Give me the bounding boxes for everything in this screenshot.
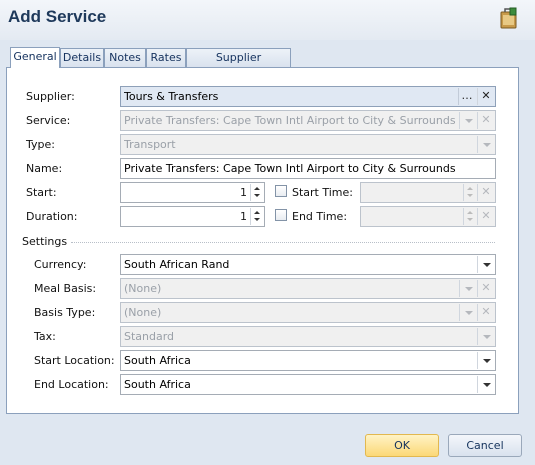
tab-general[interactable]: General (10, 47, 60, 68)
service-field[interactable]: Private Transfers: Cape Town Intl Airpor… (120, 110, 496, 131)
duration-value: 1 (240, 210, 247, 223)
chevron-down-icon[interactable] (477, 136, 494, 153)
close-icon[interactable]: ✕ (477, 280, 494, 297)
spinner-icon[interactable] (463, 208, 476, 225)
general-panel: Supplier: Tours & Transfers … ✕ Service:… (6, 67, 519, 414)
type-field[interactable]: Transport (120, 134, 496, 155)
end-time-field[interactable]: ✕ (360, 206, 496, 227)
basis-type-select[interactable]: (None) ✕ (120, 302, 496, 323)
start-time-label: Start Time: (292, 186, 353, 199)
start-location-select[interactable]: South Africa (120, 350, 496, 371)
currency-value: South African Rand (124, 258, 230, 271)
duration-label: Duration: (26, 210, 78, 223)
meal-basis-value: (None) (124, 282, 162, 295)
ok-button[interactable]: OK (365, 434, 439, 457)
document-bag-icon (500, 7, 517, 29)
spinner-icon[interactable] (463, 184, 476, 201)
start-stepper[interactable]: 1 (120, 182, 265, 203)
basis-type-label: Basis Type: (34, 306, 96, 319)
tax-select[interactable]: Standard (120, 326, 496, 347)
type-value: Transport (124, 138, 176, 151)
end-location-label: End Location: (34, 378, 109, 391)
close-icon[interactable]: ✕ (477, 88, 494, 105)
ellipsis-icon[interactable]: … (458, 88, 475, 105)
end-location-value: South Africa (124, 378, 191, 391)
chevron-down-icon[interactable] (477, 328, 494, 345)
close-icon[interactable]: ✕ (477, 184, 494, 201)
duration-stepper[interactable]: 1 (120, 206, 265, 227)
title-bar: Add Service (0, 0, 535, 40)
tab-rates[interactable]: Rates (146, 48, 186, 67)
type-label: Type: (26, 138, 55, 151)
start-location-label: Start Location: (34, 354, 115, 367)
settings-header: Settings (22, 235, 68, 248)
chevron-down-icon[interactable] (477, 352, 494, 369)
start-time-field[interactable]: ✕ (360, 182, 496, 203)
end-time-label: End Time: (292, 210, 348, 223)
chevron-down-icon[interactable] (459, 280, 476, 297)
end-location-select[interactable]: South Africa (120, 374, 496, 395)
meal-basis-select[interactable]: (None) ✕ (120, 278, 496, 299)
cancel-button[interactable]: Cancel (448, 434, 522, 457)
name-input[interactable]: Private Transfers: Cape Town Intl Airpor… (120, 158, 496, 179)
start-location-value: South Africa (124, 354, 191, 367)
currency-label: Currency: (34, 258, 87, 271)
spinner-icon[interactable] (250, 208, 263, 225)
start-time-checkbox[interactable] (275, 185, 287, 197)
supplier-value: Tours & Transfers (124, 90, 219, 103)
settings-divider (71, 242, 495, 243)
name-label: Name: (26, 162, 63, 175)
tab-notes[interactable]: Notes (104, 48, 146, 67)
end-time-checkbox[interactable] (275, 209, 287, 221)
tab-details[interactable]: Details (60, 48, 104, 67)
tab-supplier-allocations[interactable]: Supplier Allocations (186, 48, 291, 82)
meal-basis-label: Meal Basis: (34, 282, 97, 295)
window-title: Add Service (8, 7, 107, 26)
supplier-field[interactable]: Tours & Transfers … ✕ (120, 86, 496, 107)
supplier-label: Supplier: (26, 90, 75, 103)
chevron-down-icon[interactable] (477, 376, 494, 393)
start-value: 1 (240, 186, 247, 199)
spinner-icon[interactable] (250, 184, 263, 201)
close-icon[interactable]: ✕ (477, 304, 494, 321)
basis-type-value: (None) (124, 306, 162, 319)
name-value: Private Transfers: Cape Town Intl Airpor… (124, 162, 456, 175)
close-icon[interactable]: ✕ (477, 208, 494, 225)
chevron-down-icon[interactable] (459, 112, 476, 129)
chevron-down-icon[interactable] (459, 304, 476, 321)
currency-select[interactable]: South African Rand (120, 254, 496, 275)
service-label: Service: (26, 114, 71, 127)
start-label: Start: (26, 186, 57, 199)
chevron-down-icon[interactable] (477, 256, 494, 273)
tax-label: Tax: (34, 330, 56, 343)
service-value: Private Transfers: Cape Town Intl Airpor… (124, 114, 455, 127)
tax-value: Standard (124, 330, 175, 343)
close-icon[interactable]: ✕ (477, 112, 494, 129)
